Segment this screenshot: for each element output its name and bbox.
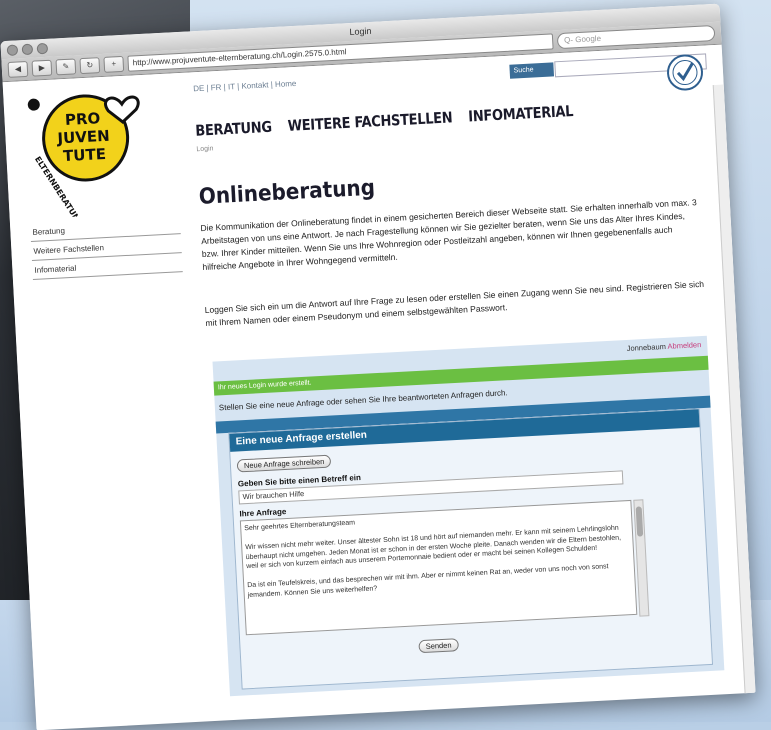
username: Jonnebaum <box>626 341 667 353</box>
back-icon[interactable]: ◀ <box>7 60 29 78</box>
window-title: Login <box>349 25 372 38</box>
window-controls[interactable] <box>6 42 49 56</box>
send-button[interactable]: Senden <box>418 638 459 654</box>
zoom-window-icon[interactable] <box>36 42 49 55</box>
certification-seal-icon <box>667 54 704 91</box>
intro-paragraph: Die Kommunikation der Onlineberatung fin… <box>200 197 697 273</box>
sidebar-nav: Beratung Weitere Fachstellen Infomateria… <box>29 215 183 280</box>
nav-weitere-fachstellen[interactable]: WEITERE FACHSTELLEN <box>287 110 453 136</box>
scrollbar-thumb[interactable] <box>635 506 644 537</box>
nav-infomaterial[interactable]: INFOMATERIAL <box>468 103 574 126</box>
request-label: Ihre Anfrage <box>239 507 287 519</box>
logo-line-1: PRO <box>65 109 101 129</box>
login-paragraph: Loggen Sie sich ein um die Antwort auf I… <box>204 278 705 328</box>
request-textarea[interactable]: Sehr geehrtes Elternberatungsteam Wir wi… <box>239 499 638 636</box>
nav-beratung[interactable]: BERATUNG <box>195 119 272 140</box>
add-bookmark-icon[interactable]: + <box>103 55 125 73</box>
site-search-button[interactable]: Suche <box>509 62 555 79</box>
success-message: Ihr neues Login wurde erstellt. <box>213 355 709 396</box>
reload-icon[interactable]: ↻ <box>79 57 101 75</box>
main-navigation: BERATUNG WEITERE FACHSTELLEN INFOMATERIA… <box>195 103 574 140</box>
page-title: Onlineberatung <box>198 173 376 210</box>
pro-juventute-logo: PRO JUVEN TUTE ELTERNBERATUNG <box>27 94 140 219</box>
new-request-form: Eine neue Anfrage erstellen Neue Anfrage… <box>228 408 714 690</box>
close-window-icon[interactable] <box>6 44 19 56</box>
browser-window: Login ◀ ▶ ✎ ↻ + http://www.projuventute-… <box>0 3 756 730</box>
minimize-window-icon[interactable] <box>21 43 34 56</box>
logo-line-3: TUTE <box>63 145 107 165</box>
logout-link[interactable]: Abmelden <box>667 340 701 351</box>
bookmark-icon[interactable]: ✎ <box>55 58 77 76</box>
forward-icon[interactable]: ▶ <box>31 59 53 77</box>
request-panel: Jonnebaum Abmelden Ihr neues Login wurde… <box>212 335 725 697</box>
breadcrumb[interactable]: Login <box>196 145 213 153</box>
top-language-nav[interactable]: DE | FR | IT | Kontakt | Home <box>193 79 297 93</box>
web-page: PRO JUVEN TUTE ELTERNBERATUNG DE | FR | … <box>2 44 756 730</box>
new-request-button[interactable]: Neue Anfrage schreiben <box>236 454 332 473</box>
user-status: Jonnebaum Abmelden <box>626 340 701 353</box>
